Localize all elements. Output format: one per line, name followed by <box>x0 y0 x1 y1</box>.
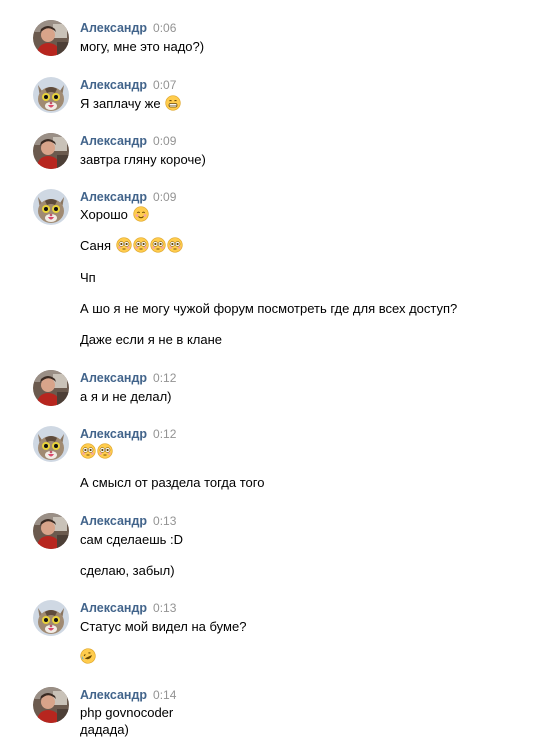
message-content: Александр 0:06 могу, мне это надо?) <box>80 20 548 54</box>
message-text-content: Саня <box>80 238 111 253</box>
message-time[interactable]: 0:14 <box>153 688 176 702</box>
message-text: Чп <box>80 269 96 286</box>
message-content: Александр 0:09 завтра гляну короче) <box>80 133 548 167</box>
message-content: Александр 0:12 А смысл от раздела тогда т… <box>80 426 548 490</box>
flushed-face-icon <box>115 237 132 253</box>
message-text-content: Хорошо <box>80 207 128 222</box>
message-text: завтра гляну короче) <box>80 151 206 168</box>
message-time[interactable]: 0:12 <box>153 371 176 385</box>
message-content: Александр 0:07 Я заплачу же <box>80 77 548 111</box>
author-name[interactable]: Александр <box>80 601 147 615</box>
message-text-content: сам сделаешь :D <box>80 532 184 547</box>
message-text: Саня <box>80 237 183 254</box>
message-content: Александр 0:14 php govnocoder дадада) <box>80 687 548 737</box>
message-text <box>80 443 113 460</box>
message-time[interactable]: 0:09 <box>153 190 176 204</box>
message-text: Я заплачу же <box>80 95 181 112</box>
author-name[interactable]: Александр <box>80 514 147 528</box>
avatar-cat[interactable] <box>33 426 69 462</box>
message-text: а я и не делал) <box>80 388 172 405</box>
message-content: Александр 0:12 а я и не делал) <box>80 370 548 404</box>
message-text: А шо я не могу чужой форум посмотреть гд… <box>80 300 457 317</box>
message-text-content: Я заплачу же <box>80 96 161 111</box>
author-name[interactable]: Александр <box>80 371 147 385</box>
message-header: Александр 0:09 <box>80 133 548 148</box>
flushed-face-icon <box>80 443 96 459</box>
message-header: Александр 0:13 <box>80 513 548 528</box>
message-content: Александр 0:09 Хорошо Саня Чп А шо я не м… <box>80 189 548 347</box>
message-header: Александр 0:13 <box>80 600 548 615</box>
avatar-cat[interactable] <box>33 77 69 113</box>
message-text: сам сделаешь :D <box>80 531 183 548</box>
author-name[interactable]: Александр <box>80 21 147 35</box>
avatar-cat[interactable] <box>33 600 69 636</box>
author-name[interactable]: Александр <box>80 688 147 702</box>
message-text-content: могу, мне это надо?) <box>80 39 205 54</box>
message-time[interactable]: 0:12 <box>153 427 176 441</box>
author-name[interactable]: Александр <box>80 190 147 204</box>
message-text-content: А шо я не могу чужой форум посмотреть гд… <box>80 301 458 316</box>
smiling-blush-face-icon <box>132 206 149 222</box>
avatar-cat[interactable] <box>33 189 69 225</box>
message-text-content: php govnocoder <box>80 705 174 720</box>
message-time[interactable]: 0:13 <box>153 514 176 528</box>
message-time[interactable]: 0:13 <box>153 601 176 615</box>
message-content: Александр 0:13 сам сделаешь :D сделаю, за… <box>80 513 548 578</box>
message-text: Статус мой видел на буме? <box>80 618 246 635</box>
message-text-content: завтра гляну короче) <box>80 152 206 167</box>
avatar-alexander-photo[interactable] <box>33 20 69 56</box>
message-text: дадада) <box>80 721 129 738</box>
message-text-content: А смысл от раздела тогда того <box>80 475 265 490</box>
message-header: Александр 0:07 <box>80 77 548 92</box>
message-text: А смысл от раздела тогда того <box>80 474 264 491</box>
message-text <box>80 648 96 665</box>
flushed-face-icon <box>149 237 166 253</box>
message-text-content: сделаю, забыл) <box>80 563 175 578</box>
flushed-face-icon <box>166 237 183 253</box>
message-time[interactable]: 0:07 <box>153 78 176 92</box>
avatar-alexander-photo[interactable] <box>33 513 69 549</box>
message-time[interactable]: 0:06 <box>153 21 176 35</box>
message-time[interactable]: 0:09 <box>153 134 176 148</box>
message-text-content: Даже если я не в клане <box>80 332 223 347</box>
message-header: Александр 0:12 <box>80 426 548 441</box>
message-text-content: дадада) <box>80 722 129 737</box>
message-text: могу, мне это надо?) <box>80 38 204 55</box>
message-text: сделаю, забыл) <box>80 562 175 579</box>
author-name[interactable]: Александр <box>80 78 147 92</box>
message-text-content: Статус мой видел на буме? <box>80 619 247 634</box>
flushed-face-icon <box>132 237 149 253</box>
rolling-laughing-face-icon <box>80 648 96 664</box>
message-header: Александр 0:14 <box>80 687 548 702</box>
author-name[interactable]: Александр <box>80 427 147 441</box>
message-text-content: а я и не делал) <box>80 389 172 404</box>
avatar-alexander-photo[interactable] <box>33 133 69 169</box>
avatar-alexander-photo[interactable] <box>33 370 69 406</box>
message-content: Александр 0:13 Статус мой видел на буме? <box>80 600 548 664</box>
message-text-content: Чп <box>80 270 96 285</box>
avatar-alexander-photo[interactable] <box>33 687 69 723</box>
message-text: Даже если я не в клане <box>80 331 222 348</box>
message-header: Александр 0:06 <box>80 20 548 35</box>
message-header: Александр 0:09 <box>80 189 548 204</box>
message-text: php govnocoder <box>80 704 173 721</box>
author-name[interactable]: Александр <box>80 134 147 148</box>
flushed-face-icon <box>97 443 113 459</box>
grinning-face-icon <box>165 95 181 111</box>
message-text: Хорошо <box>80 206 149 223</box>
message-header: Александр 0:12 <box>80 370 548 385</box>
